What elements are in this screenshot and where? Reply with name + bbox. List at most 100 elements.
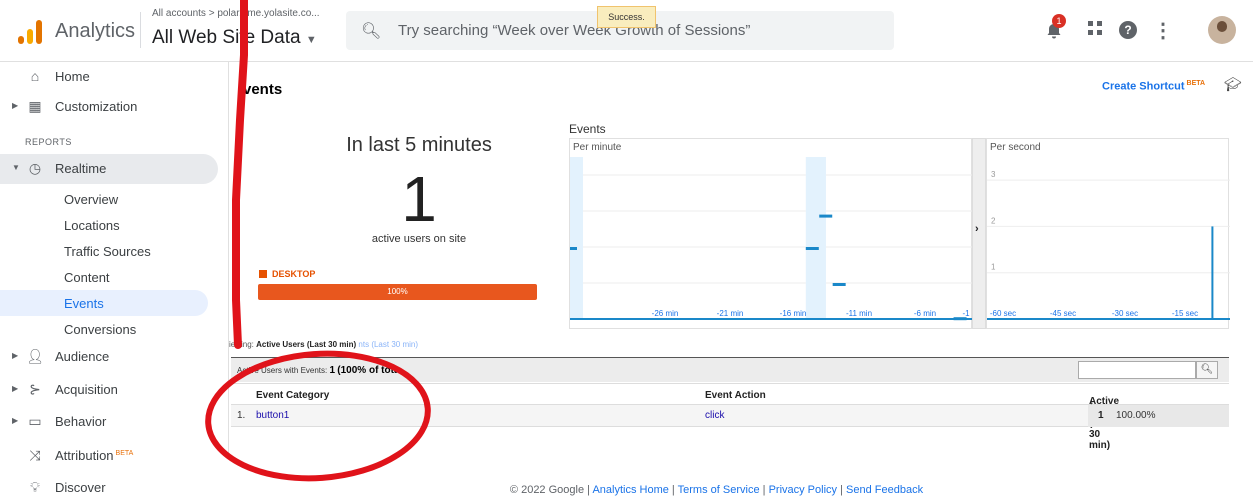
view-selector[interactable]: All Web Site Data ▼ (152, 27, 317, 49)
summary-percent: (100% of tota (337, 365, 400, 376)
device-legend: DESKTOP (259, 269, 315, 279)
footer: © 2022 Google | Analytics Home | Terms o… (509, 484, 924, 496)
page-title: vents (243, 81, 283, 98)
breadcrumb[interactable]: All accounts > polar.dme.yolasite.co... (152, 8, 332, 19)
footer-link-analytics-home[interactable]: Analytics Home (592, 484, 668, 496)
active-users-cell: 1 100.00% (1088, 405, 1229, 427)
sidebar-item-label: Customization (55, 99, 138, 114)
beta-badge: BETA (1186, 80, 1206, 87)
event-action-link[interactable]: click (705, 410, 724, 421)
home-icon: ⌂ (30, 68, 40, 84)
x-tick-label: -6 min (914, 309, 936, 318)
x-tick-label: -1 (962, 309, 970, 318)
sidebar-item-events[interactable]: Events (0, 290, 208, 316)
sidebar-item-behavior[interactable]: ▶ ▭ Behavior (0, 407, 218, 437)
sidebar-item-label: Audience (55, 349, 110, 364)
column-header-event-category[interactable]: Event Category (256, 390, 329, 401)
chevron-right-icon: ▶ (12, 416, 19, 425)
x-tick-label: -60 sec (990, 309, 1016, 318)
search-icon[interactable]: 🔍︎ (1196, 361, 1218, 379)
sidebar-item-label: Behavior (55, 414, 107, 429)
analytics-logo-icon[interactable] (18, 18, 44, 44)
table-summary: Active Users with Events: 1 (100% of tot… (231, 357, 1229, 382)
dashboard-icon: ▦ (28, 98, 42, 114)
footer-link-privacy[interactable]: Privacy Policy (769, 484, 837, 496)
sidebar-item-conversions[interactable]: Conversions (0, 316, 208, 342)
sidebar-item-attribution[interactable]: ⤨ Attribution BETA (0, 441, 218, 471)
chevron-right-icon: ▶ (12, 384, 19, 393)
x-tick-label: -45 sec (1050, 309, 1076, 318)
report-panel: vents Create Shortcut BETA 🎓︎ In last 5 m… (228, 62, 1248, 457)
sidebar-item-customization[interactable]: ▶ ▦ Customization (0, 92, 218, 122)
x-tick-label: -11 min (846, 309, 872, 318)
sidebar-item-label: Home (55, 69, 90, 84)
beta-badge: BETA (115, 449, 134, 457)
sidebar-item-audience[interactable]: ▶ 👤︎ Audience (0, 342, 218, 372)
window-icon: ▭ (28, 413, 42, 429)
viewing-tabs: iewing: Active Users (Last 30 min) nts (… (229, 340, 418, 349)
chevron-right-icon: ▶ (12, 101, 19, 110)
footer-link-feedback[interactable]: Send Feedback (846, 484, 923, 496)
summary-label: Active Users with Events: (237, 366, 328, 375)
active-users-count: 1 (401, 163, 437, 235)
search-placeholder: Try searching “Week over Week Growth of … (398, 22, 751, 39)
tab-events[interactable]: nts (Last 30 min) (358, 340, 418, 349)
chevron-down-icon: ▼ (12, 163, 20, 172)
help-icon[interactable]: ? (1119, 21, 1137, 39)
chevron-right-icon: › (975, 223, 979, 235)
avatar[interactable] (1208, 16, 1236, 44)
events-chart-label: Events (569, 122, 606, 136)
x-tick-label: -15 sec (1172, 309, 1198, 318)
per-second-chart-svg: 1 2 3 -60 sec -45 sec -30 sec -15 sec (987, 170, 1230, 320)
sidebar-item-overview[interactable]: Overview (0, 186, 208, 212)
event-category-link[interactable]: button1 (256, 410, 289, 421)
apps-grid-icon[interactable] (1087, 20, 1103, 41)
bar-mark (1211, 226, 1214, 319)
attribution-icon: ⤨ (29, 447, 41, 463)
chart-scroller[interactable]: › (972, 138, 986, 329)
clock-icon: ◷ (28, 160, 42, 176)
sidebar-item-locations[interactable]: Locations (0, 212, 208, 238)
sidebar-item-label: Overview (64, 192, 119, 207)
app-name: Analytics (55, 20, 136, 42)
per-second-chart: Per second 1 2 3 -60 sec -45 sec -30 sec -15 s… (986, 138, 1230, 329)
sidebar-item-realtime[interactable]: ▼ ◷ Realtime (0, 154, 218, 184)
footer-link-terms[interactable]: Terms of Service (678, 484, 760, 496)
more-vert-icon[interactable]: ⋮ (1153, 18, 1173, 43)
view-name: All Web Site Data (152, 27, 301, 48)
x-tick-label: -21 min (717, 309, 744, 318)
sidebar: ⌂ Home ▶ ▦ Customization REPORTS ▼ ◷ Rea… (0, 62, 224, 501)
time-window-label: In last 5 minutes (346, 134, 492, 156)
x-tick-label: -26 min (652, 309, 679, 318)
device-share-bar: 100% (258, 284, 537, 300)
column-header-event-action[interactable]: Event Action (705, 390, 766, 401)
sidebar-item-acquisition[interactable]: ▶ ⊱ Acquisition (0, 375, 218, 405)
sidebar-item-label: Locations (64, 218, 120, 233)
create-shortcut-link[interactable]: Create Shortcut BETA (1102, 80, 1205, 93)
sidebar-item-traffic-sources[interactable]: Traffic Sources (0, 238, 208, 264)
divider (140, 12, 141, 48)
success-toast: Success. (597, 6, 656, 28)
x-tick-label: -16 min (780, 309, 807, 318)
sidebar-item-content[interactable]: Content (0, 264, 208, 290)
per-minute-chart: Per minute 20406080-26 min-21 min-16 min… (569, 138, 973, 329)
row-index: 1. (237, 410, 246, 421)
table-row: 1. button1 click 1 100.00% (231, 405, 1229, 427)
person-icon: 👤︎ (26, 348, 44, 364)
bar-mark (570, 247, 577, 250)
sidebar-item-label: Events (64, 296, 104, 311)
sidebar-item-label: Realtime (55, 161, 107, 176)
x-tick-label: -30 sec (1112, 309, 1138, 318)
bar-mark (832, 283, 846, 286)
table-header: Event Category Event Action Active Users… (231, 383, 1229, 451)
create-shortcut-label: Create Shortcut (1102, 80, 1185, 93)
sidebar-item-label-wrap: Attribution BETA (55, 448, 133, 463)
active-users-percent: 100.00% (1116, 410, 1156, 421)
sidebar-item-home[interactable]: ⌂ Home (0, 62, 218, 92)
tab-active-users[interactable]: Active Users (Last 30 min) (256, 340, 356, 349)
sidebar-item-label: Traffic Sources (64, 244, 151, 259)
sidebar-item-label: Conversions (64, 322, 137, 337)
graduation-cap-icon[interactable]: 🎓︎ (1224, 76, 1242, 93)
table-search-input[interactable] (1078, 361, 1196, 379)
summary-count: 1 (329, 365, 336, 376)
